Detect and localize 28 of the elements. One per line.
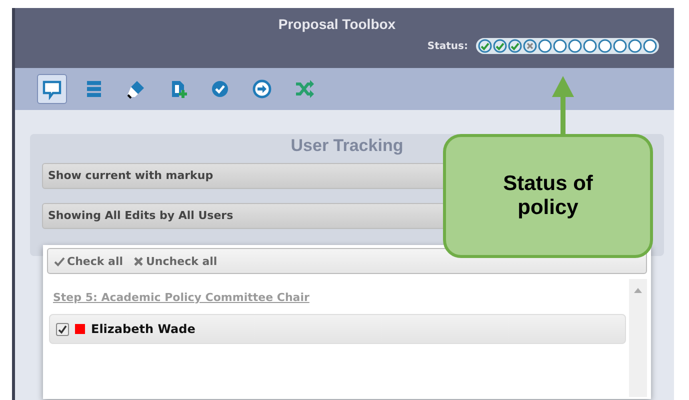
window-title: Proposal Toolbox [278,16,396,32]
toolbar-button[interactable] [37,74,67,104]
checkbox[interactable] [56,322,69,336]
status-label: Status: [427,40,468,52]
circle-icon [553,39,567,53]
pointer-arrow [551,76,575,136]
circle-icon [628,39,642,53]
shuffle-icon [293,78,315,100]
checkmark-icon [54,256,65,266]
step-heading: Step 5: Academic Policy Committee Chair [53,291,310,304]
circle-icon [583,39,597,53]
eraser-icon [125,78,147,100]
comment-icon [41,78,63,100]
cross-icon [133,256,144,266]
check-all-button[interactable]: Check all [54,254,123,268]
circle-icon [643,39,657,53]
uncheck-all-button[interactable]: Uncheck all [133,254,218,268]
scrollbar[interactable] [629,279,647,397]
check-circle-icon [209,78,231,100]
circle-icon [568,39,582,53]
circle-icon [598,39,612,53]
callout-tooltip: Status of policy [443,134,653,258]
user-name: Elizabeth Wade [91,322,196,336]
circle-icon [613,39,627,53]
arrow-circle-icon [251,78,273,100]
panel-title: User Tracking [290,136,404,156]
circle-icon [538,39,552,53]
user-row[interactable]: Elizabeth Wade [49,314,626,344]
